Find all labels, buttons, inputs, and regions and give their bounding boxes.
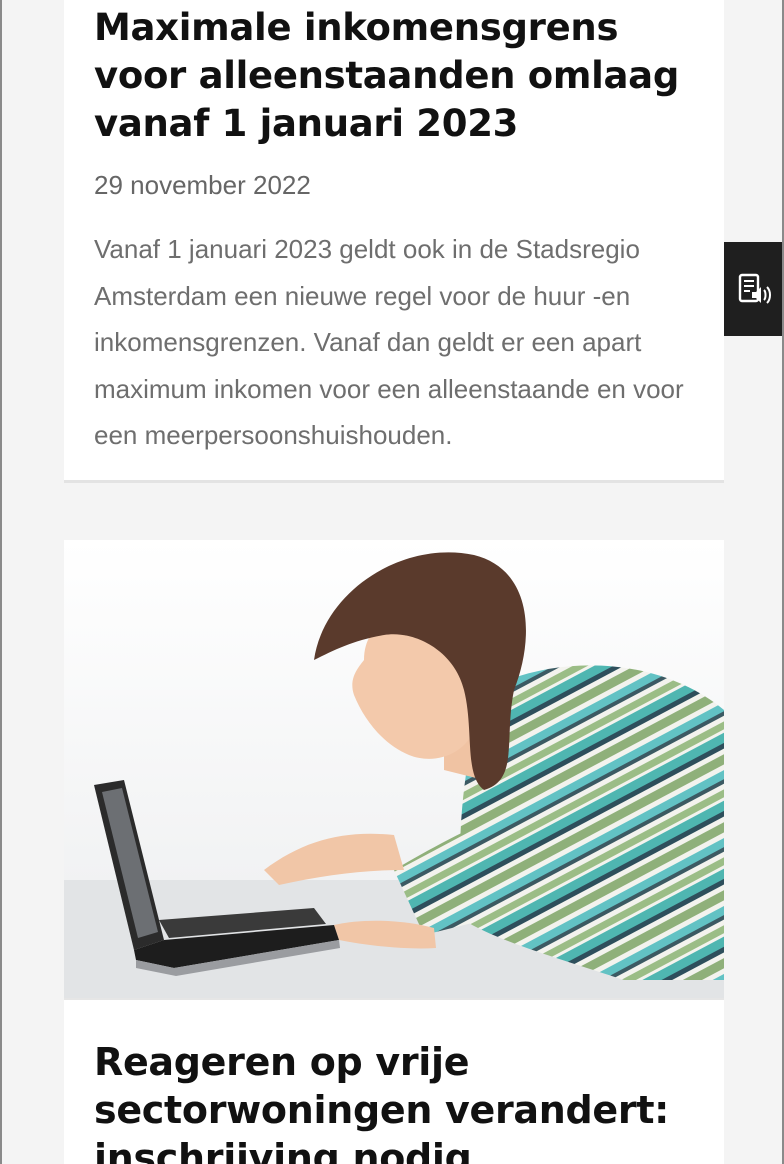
- article-date: 29 november 2022: [94, 170, 311, 200]
- article-excerpt: Vanaf 1 januari 2023 geldt ook in de Sta…: [94, 234, 684, 450]
- page: Maximale inkomensgrens voor alleenstaand…: [0, 0, 784, 1164]
- article-title[interactable]: Reageren op vrije sectorwoningen verande…: [94, 1038, 694, 1164]
- news-card[interactable]: Maximale inkomensgrens voor alleenstaand…: [64, 0, 724, 483]
- news-card-body: Maximale inkomensgrens voor alleenstaand…: [64, 0, 724, 459]
- article-image[interactable]: [64, 540, 724, 1000]
- news-card[interactable]: Reageren op vrije sectorwoningen verande…: [64, 540, 724, 1164]
- readspeaker-button[interactable]: [724, 242, 782, 336]
- news-card-body: Reageren op vrije sectorwoningen verande…: [64, 1000, 724, 1164]
- text-to-speech-icon: [738, 273, 771, 304]
- article-title[interactable]: Maximale inkomensgrens voor alleenstaand…: [94, 4, 694, 148]
